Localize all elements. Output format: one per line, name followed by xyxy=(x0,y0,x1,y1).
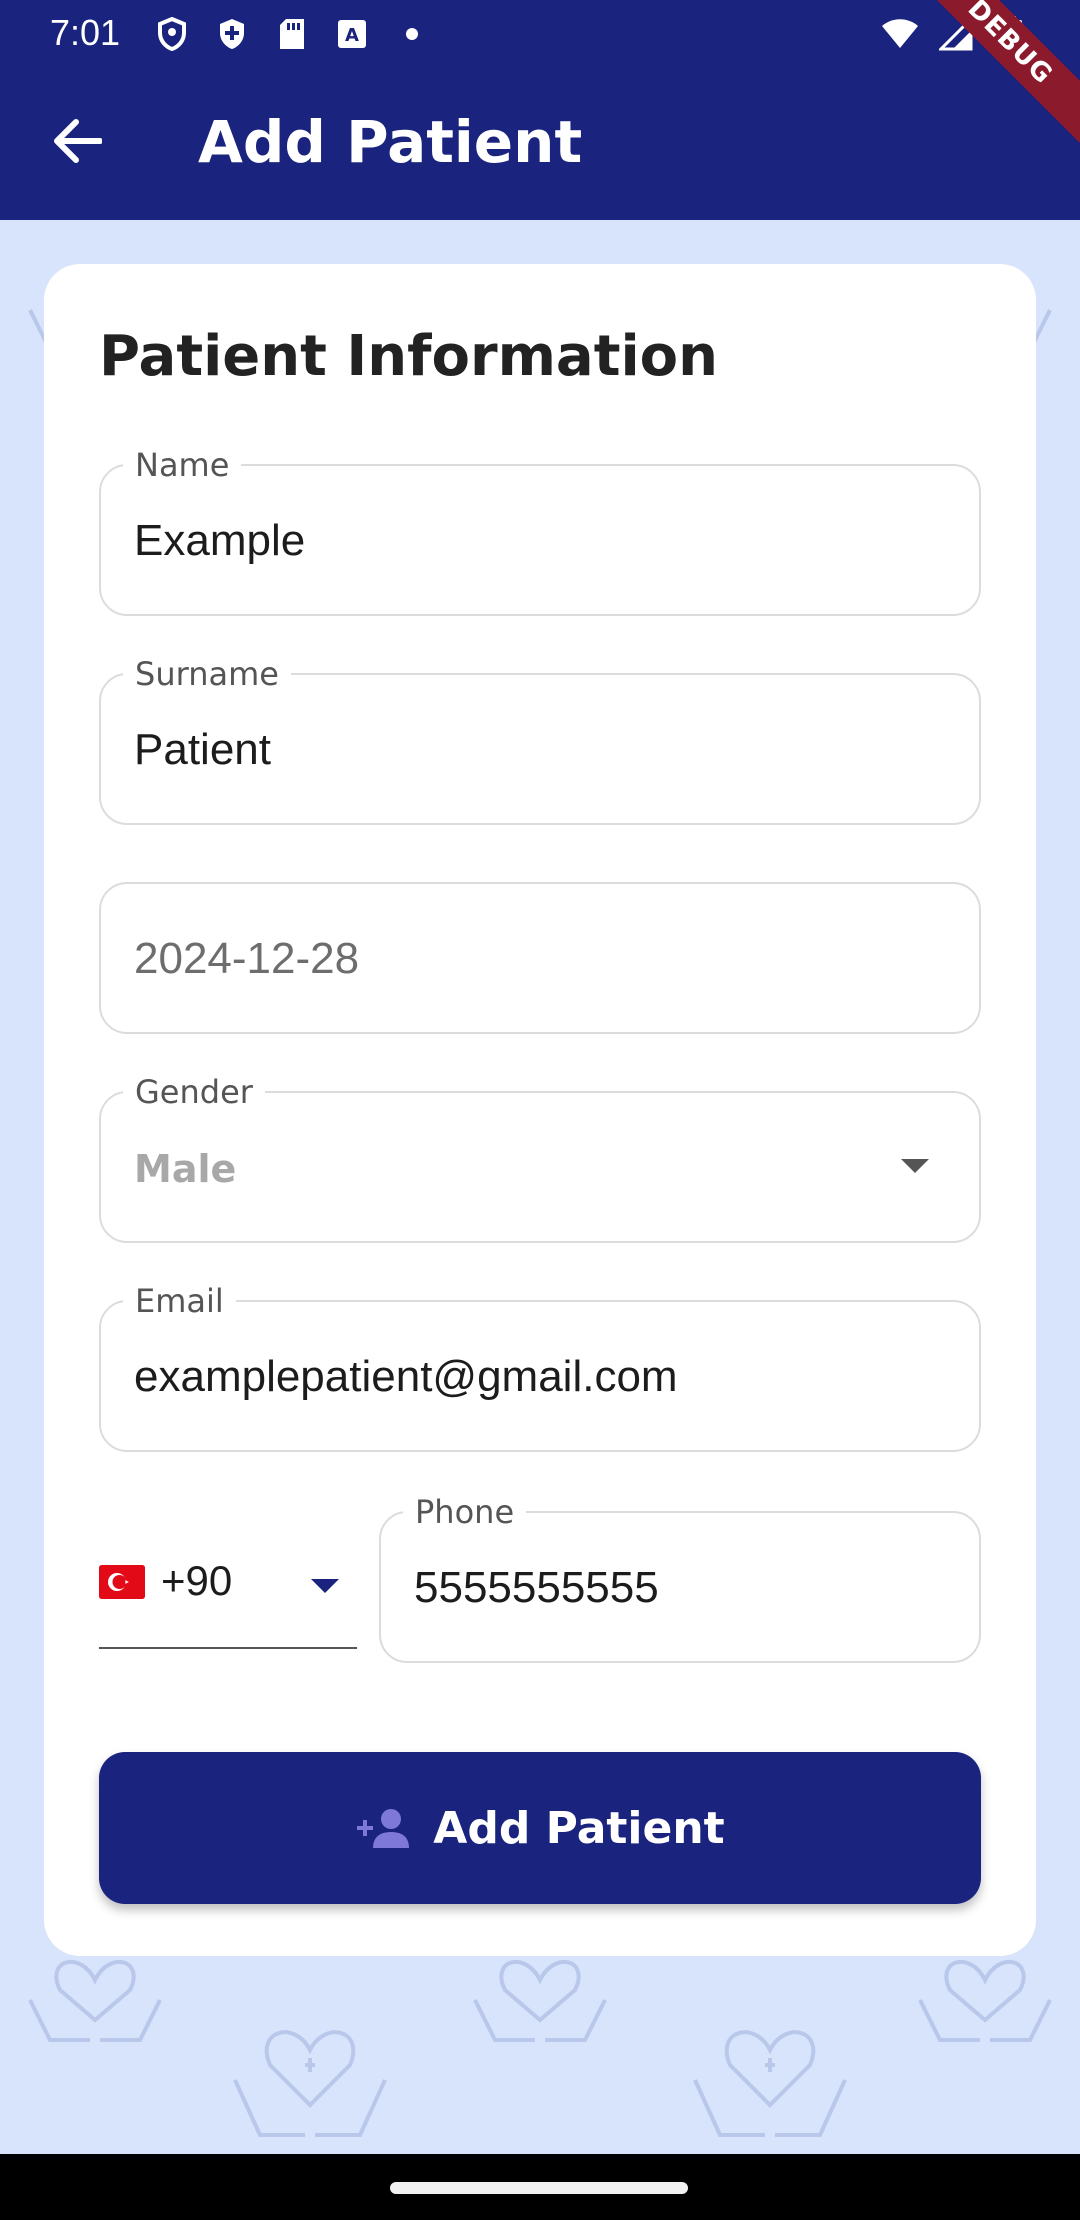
page-title: Add Patient xyxy=(198,108,583,176)
gender-value: Male xyxy=(134,1147,237,1191)
wifi-icon xyxy=(880,14,920,54)
home-gesture-handle[interactable] xyxy=(390,2182,688,2194)
gender-label: Gender xyxy=(123,1073,265,1111)
status-bar: 7:01 A xyxy=(0,0,1080,64)
birth-date-field[interactable]: 2024-12-28 xyxy=(99,882,981,1034)
surname-label: Surname xyxy=(123,655,291,693)
shield-icon xyxy=(152,14,192,54)
name-value: Example xyxy=(134,516,306,565)
section-title: Patient Information xyxy=(99,324,719,389)
patient-form-card: Patient Information Name Example Surname… xyxy=(44,264,1036,1956)
back-button[interactable] xyxy=(44,108,110,174)
svg-text:A: A xyxy=(345,25,359,46)
hands-heart-icon xyxy=(233,2030,387,2137)
add-patient-label: Add Patient xyxy=(433,1802,725,1854)
email-label: Email xyxy=(123,1282,236,1320)
text-a-icon: A xyxy=(332,14,372,54)
turkey-flag-icon xyxy=(99,1565,145,1599)
email-value: examplepatient@gmail.com xyxy=(134,1352,678,1401)
system-navigation-bar xyxy=(0,2154,1080,2220)
hands-heart-icon xyxy=(693,2030,847,2137)
country-code-picker[interactable]: +90 xyxy=(99,1549,357,1649)
hands-heart-icon xyxy=(918,1960,1052,2042)
gender-select[interactable]: Gender Male xyxy=(99,1073,981,1243)
hands-heart-icon xyxy=(28,1960,162,2042)
phone-value: 5555555555 xyxy=(414,1563,659,1612)
country-code: +90 xyxy=(161,1557,233,1604)
add-patient-button[interactable]: Add Patient xyxy=(99,1752,981,1904)
phone-label: Phone xyxy=(403,1493,527,1531)
sd-card-icon xyxy=(272,14,312,54)
name-label: Name xyxy=(123,446,242,484)
dropdown-arrow-icon xyxy=(901,1159,929,1173)
hands-heart-icon xyxy=(473,1960,607,2042)
person-add-icon xyxy=(355,1806,411,1850)
arrow-back-icon xyxy=(54,119,102,163)
surname-field[interactable]: Surname Patient xyxy=(99,655,981,825)
name-field[interactable]: Name Example xyxy=(99,446,981,616)
shield-check-icon xyxy=(212,14,252,54)
surname-value: Patient xyxy=(134,725,271,774)
country-dropdown-icon xyxy=(311,1579,339,1593)
status-notification-icons: A xyxy=(152,14,432,54)
birth-date-value: 2024-12-28 xyxy=(134,934,360,983)
status-time: 7:01 xyxy=(50,12,121,53)
app-bar: 7:01 A Add Patient DEBUG xyxy=(0,0,1080,220)
phone-field[interactable]: Phone 5555555555 xyxy=(379,1493,981,1663)
email-field[interactable]: Email examplepatient@gmail.com xyxy=(99,1282,981,1452)
dot-icon xyxy=(392,14,432,54)
